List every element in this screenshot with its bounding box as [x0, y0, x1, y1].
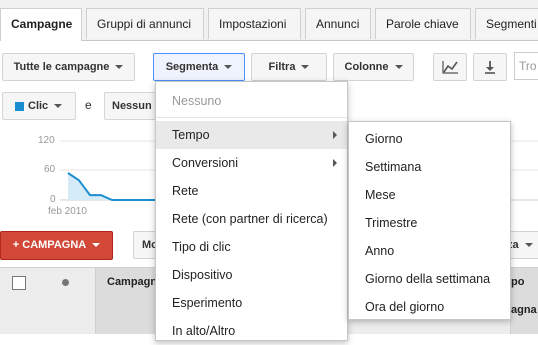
time-item-day[interactable]: Giorno	[349, 125, 510, 153]
chevron-right-icon	[333, 131, 337, 139]
time-item-day-of-week[interactable]: Giorno della settimana	[349, 265, 510, 293]
filter-label: Filtra	[268, 61, 296, 73]
chevron-down-icon	[301, 65, 310, 70]
tab-settings[interactable]: Impostazioni	[208, 8, 301, 39]
time-submenu: Giorno Settimana Mese Trimestre Anno Gio…	[348, 121, 511, 320]
tab-ad-groups[interactable]: Gruppi di annunci	[86, 8, 204, 39]
segment-item-top-other[interactable]: In alto/Altro	[156, 317, 347, 345]
tab-keywords[interactable]: Parole chiave	[375, 8, 471, 39]
campaign-column-label: Campagn	[107, 276, 158, 288]
tab-segments[interactable]: Segmenti	[475, 8, 538, 39]
metrics-connector: e	[85, 98, 92, 112]
chart-toggle-button[interactable]	[433, 53, 467, 81]
segment-item-time-label: Tempo	[172, 128, 210, 142]
metric1-swatch	[15, 101, 24, 111]
status-dot-icon	[62, 279, 69, 286]
segment-item-click-type[interactable]: Tipo di clic	[156, 233, 347, 261]
segment-button[interactable]: Segmenta	[153, 53, 245, 81]
segment-label: Segmenta	[165, 61, 219, 73]
y-tick-0: 0	[50, 194, 56, 205]
menu-divider	[156, 117, 347, 118]
chevron-down-icon	[224, 65, 233, 70]
chevron-down-icon	[524, 243, 533, 248]
y-tick-120: 120	[38, 135, 55, 146]
segment-item-device[interactable]: Dispositivo	[156, 261, 347, 289]
y-tick-60: 60	[44, 164, 56, 175]
chevron-down-icon	[115, 65, 124, 70]
line-chart-icon	[442, 61, 458, 74]
time-item-year[interactable]: Anno	[349, 237, 510, 265]
filter-button[interactable]: Filtra	[251, 53, 327, 81]
right-column-label-b: agna	[511, 304, 537, 316]
time-item-week[interactable]: Settimana	[349, 153, 510, 181]
all-campaigns-button[interactable]: Tutte le campagne	[2, 53, 135, 81]
segment-none[interactable]: Nessuno	[156, 87, 347, 115]
new-campaign-label: + CAMPAGNA	[12, 239, 87, 251]
download-icon	[485, 61, 495, 74]
segment-item-time[interactable]: Tempo	[156, 121, 347, 149]
new-campaign-button[interactable]: + CAMPAGNA	[0, 231, 113, 260]
time-item-quarter[interactable]: Trimestre	[349, 209, 510, 237]
all-campaigns-label: Tutte le campagne	[13, 61, 110, 73]
segment-menu: Nessuno Tempo Conversioni Rete Rete (con…	[155, 81, 348, 341]
tab-ads[interactable]: Annunci	[305, 8, 371, 39]
tab-bar: Campagne Gruppi di annunci Impostazioni …	[0, 0, 538, 41]
metric1-selector[interactable]: Clic	[2, 92, 76, 120]
segment-item-experiment[interactable]: Esperimento	[156, 289, 347, 317]
segment-item-network[interactable]: Rete	[156, 177, 347, 205]
segment-item-conversions-label: Conversioni	[172, 156, 239, 170]
metric1-label: Clic	[28, 100, 49, 112]
right-column-label-a: po	[511, 276, 525, 288]
columns-label: Colonne	[344, 61, 389, 73]
chevron-down-icon	[394, 65, 403, 70]
chevron-down-icon	[92, 243, 101, 248]
time-item-month[interactable]: Mese	[349, 181, 510, 209]
segment-item-conversions[interactable]: Conversioni	[156, 149, 347, 177]
search-input[interactable]: Tro	[514, 52, 538, 80]
metric2-label: Nessun	[112, 100, 152, 112]
time-item-hour-of-day[interactable]: Ora del giorno	[349, 293, 510, 321]
download-button[interactable]	[473, 53, 507, 81]
chevron-down-icon	[54, 104, 63, 109]
tab-campaigns[interactable]: Campagne	[0, 8, 82, 41]
segment-item-network-partners[interactable]: Rete (con partner di ricerca)	[156, 205, 347, 233]
select-all-checkbox[interactable]	[12, 276, 26, 290]
campaign-column-header[interactable]: Campagn	[95, 268, 158, 334]
right-column-header[interactable]: po agna	[510, 268, 538, 334]
chevron-right-icon	[333, 159, 337, 167]
columns-button[interactable]: Colonne	[333, 53, 414, 81]
